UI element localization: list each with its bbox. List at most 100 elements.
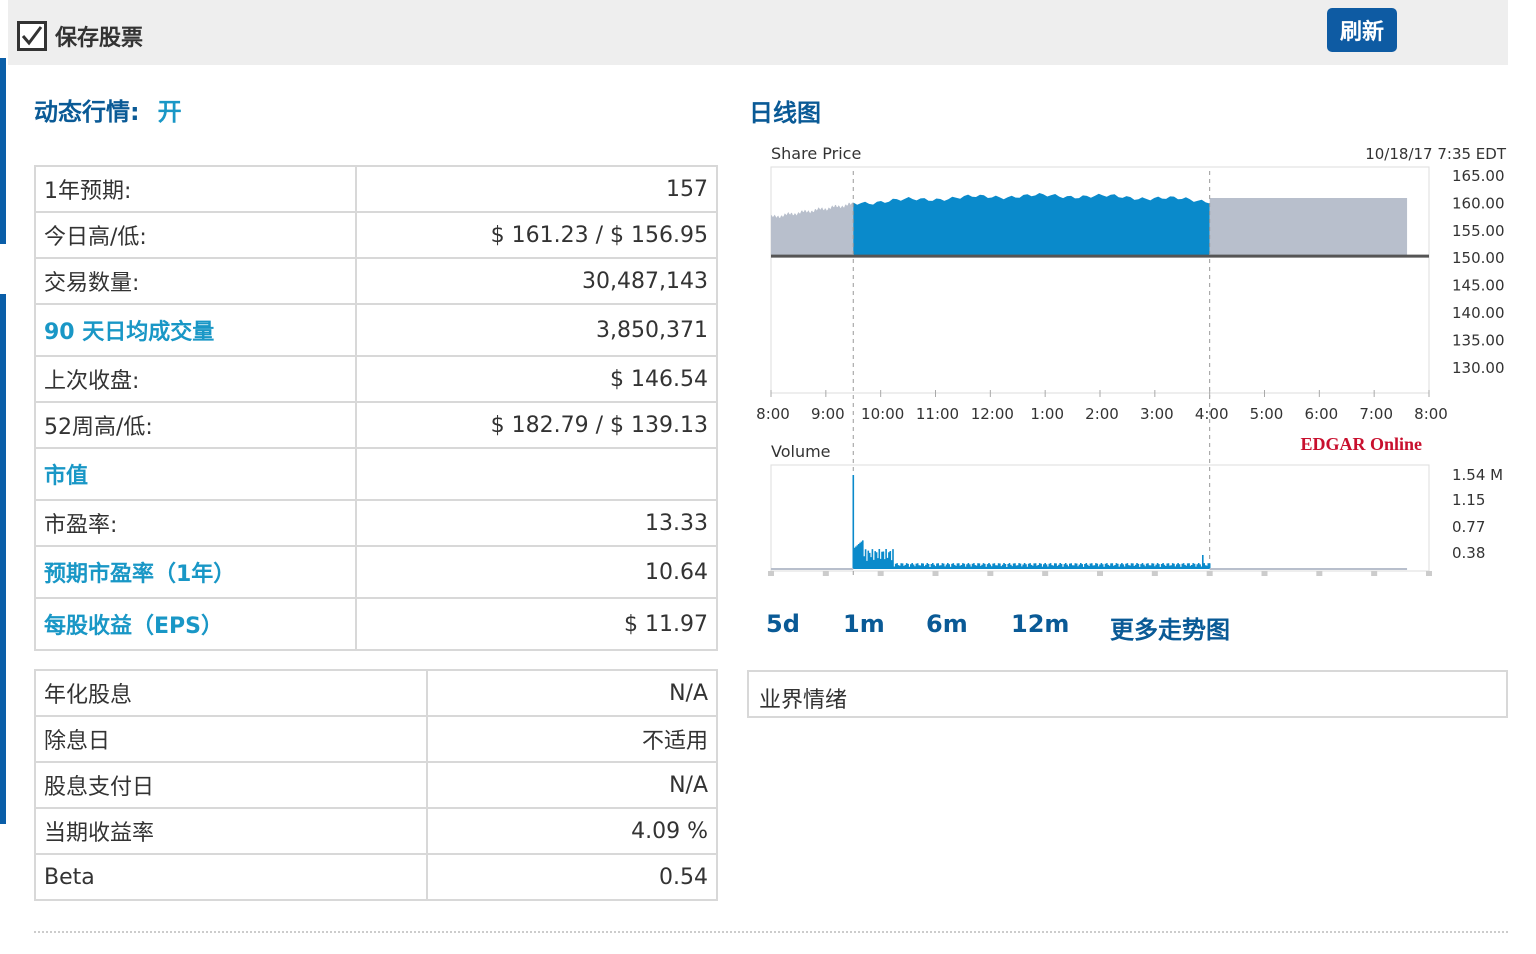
stats-row-label: 市盈率: [33,499,358,547]
dividend-row: 股息支付日 N/A [34,761,719,809]
volume-axis-tick-mark [987,571,994,576]
time-axis-tick-label: 2:00 [1085,405,1119,423]
volume-axis-tick-mark [1316,571,1323,576]
dividend-row: 年化股息 N/A [34,669,719,717]
dividend-row-label: Beta [34,853,428,901]
period-link-1m[interactable]: 1m [843,610,885,638]
stats-row-value: $ 182.79 / $ 139.13 [355,401,718,449]
volume-axis-tick-mark [1151,571,1158,576]
stats-row: 1年预期: 157 [33,165,718,213]
price-axis-tick: 150.00 [1452,249,1505,267]
time-axis-tick-label: 11:00 [916,405,959,423]
stats-row-value: 13.33 [355,499,718,547]
dividend-row-value: N/A [425,761,719,809]
left-accent-bar [0,58,6,244]
period-link-12m[interactable]: 12m [1011,610,1069,638]
share-price-label: Share Price [771,144,861,163]
time-axis-tick-label: 6:00 [1304,405,1338,423]
industry-sentiment-box: 业界情绪 [747,670,1508,718]
dividend-row-value: 0.54 [425,853,719,901]
stats-row: 每股收益（EPS） $ 11.97 [33,597,718,651]
time-axis-tick-label: 8:00 [1414,405,1448,423]
time-axis-tick-label: 7:00 [1359,405,1393,423]
volume-axis-tick-mark [768,571,774,576]
stats-row-value: 10.64 [355,545,718,599]
price-axis-tick: 130.00 [1452,359,1505,377]
dividend-row-label: 股息支付日 [34,761,428,809]
stats-row-value: 3,850,371 [355,303,718,357]
stats-row: 交易数量: 30,487,143 [33,257,718,305]
stats-row-label: 1年预期: [33,165,358,213]
stats-row-label: 交易数量: [33,257,358,305]
dividend-row: Beta 0.54 [34,853,719,901]
time-axis-tick-label: 12:00 [971,405,1014,423]
period-link-5d[interactable]: 5d [766,610,800,638]
time-axis-tick-label: 10:00 [861,405,904,423]
dividend-row: 除息日 不适用 [34,715,719,763]
dynamic-quote-toggle[interactable]: 开 [158,98,182,126]
stats-row: 市盈率: 13.33 [33,499,718,547]
period-link-more[interactable]: 更多走势图 [1110,610,1230,645]
volume-axis-tick-mark [1042,571,1049,576]
stats-row-value: $ 146.54 [355,355,718,403]
volume-axis-tick-mark [1371,571,1378,576]
stats-row-value: $ 161.23 / $ 156.95 [355,211,718,259]
dividend-row: 当期收益率 4.09 % [34,807,719,855]
dividend-row-value: 不适用 [425,715,719,763]
volume-axis-tick: 1.54 M [1452,466,1503,484]
stats-row-value [355,447,718,501]
time-axis-tick-label: 1:00 [1030,405,1064,423]
premarket-area [771,202,854,257]
afterhours-area [1209,198,1408,257]
volume-label: Volume [771,442,831,461]
volume-axis-tick: 0.38 [1452,544,1485,562]
price-axis-tick: 135.00 [1452,331,1505,349]
stats-row-label: 上次收盘: [33,355,358,403]
chart-timestamp: 10/18/17 7:35 EDT [1365,145,1507,163]
stats-row: 今日高/低: $ 161.23 / $ 156.95 [33,211,718,259]
dividend-row-label: 年化股息 [34,669,428,717]
price-axis-tick: 145.00 [1452,277,1505,295]
dynamic-quote-label: 动态行情: [34,98,140,126]
time-axis-tick-label: 4:00 [1195,405,1229,423]
stats-row: 上次收盘: $ 146.54 [33,355,718,403]
refresh-button[interactable]: 刷新 [1327,8,1397,52]
stats-row-value: 30,487,143 [355,257,718,305]
save-stock-label: 保存股票 [55,26,144,51]
daily-chart-title: 日线图 [749,99,821,127]
dividend-row-value: 4.09 % [425,807,719,855]
bottom-divider [34,931,1508,933]
time-axis-tick-label: 8:00 [756,405,790,423]
intraday-chart: 165.00 160.00 155.00 150.00 145.00 140.00 135.… [756,144,1507,577]
stats-row-label[interactable]: 市值 [33,447,358,501]
stats-row: 52周高/低: $ 182.79 / $ 139.13 [33,401,718,449]
volume-axis-tick-mark [877,571,884,576]
save-stock-checkbox[interactable] [17,21,47,51]
stock-stats-table: 1年预期: 157 今日高/低: $ 161.23 / $ 156.95 交易数量: 30… [33,165,718,651]
volume-axis-tick-mark [1261,571,1268,576]
time-axis-tick-label: 3:00 [1140,405,1174,423]
stats-row-label[interactable]: 每股收益（EPS） [33,597,358,651]
dividend-row-label: 除息日 [34,715,428,763]
toolbar: 保存股票 刷新 [8,0,1508,65]
time-axis-tick-label: 9:00 [811,405,845,423]
dividend-table: 年化股息 N/A 除息日 不适用 股息支付日 N/A 当期收益率 4.09 % Beta 0.54 [34,669,719,901]
edgar-online-logo: EDGAR Online [1300,434,1422,454]
volume-axis-tick: 0.77 [1452,518,1485,536]
time-axis-tick-label: 5:00 [1250,405,1284,423]
dynamic-quote: 动态行情: 开 [34,92,182,127]
stats-row: 90 天日均成交量 3,850,371 [33,303,718,357]
period-link-6m[interactable]: 6m [926,610,968,638]
dividend-row-value: N/A [425,669,719,717]
stats-row: 市值 [33,447,718,501]
stats-row-label[interactable]: 预期市盈率（1年） [33,545,358,599]
price-axis-tick: 155.00 [1452,222,1505,240]
checkmark-icon [21,26,43,46]
stats-row-label: 今日高/低: [33,211,358,259]
stats-row-label[interactable]: 90 天日均成交量 [33,303,358,357]
regular-session-area [853,193,1210,257]
stats-row-value: $ 11.97 [355,597,718,651]
dividend-row-label: 当期收益率 [34,807,428,855]
price-axis-tick: 160.00 [1452,194,1505,212]
volume-axis-tick-mark [1097,571,1103,576]
